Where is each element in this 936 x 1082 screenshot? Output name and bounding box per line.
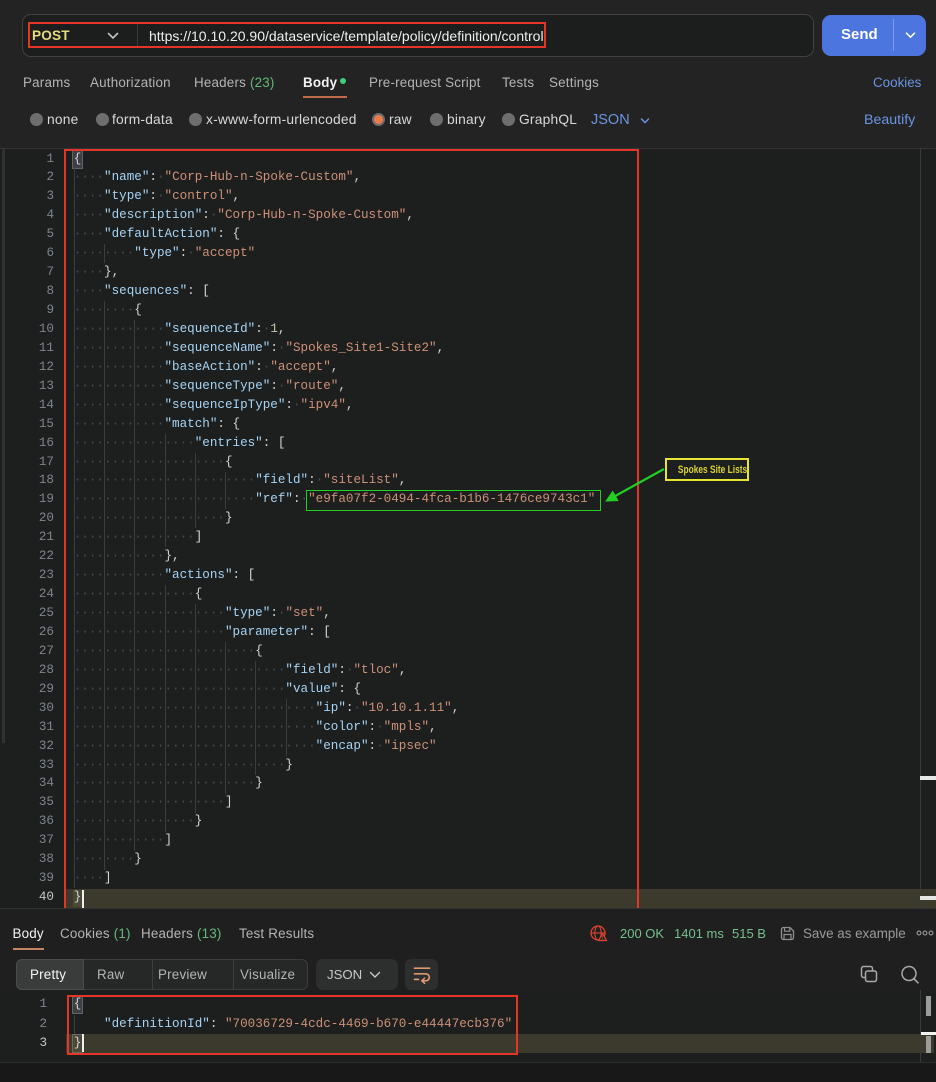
svg-text:!: !	[601, 936, 603, 942]
